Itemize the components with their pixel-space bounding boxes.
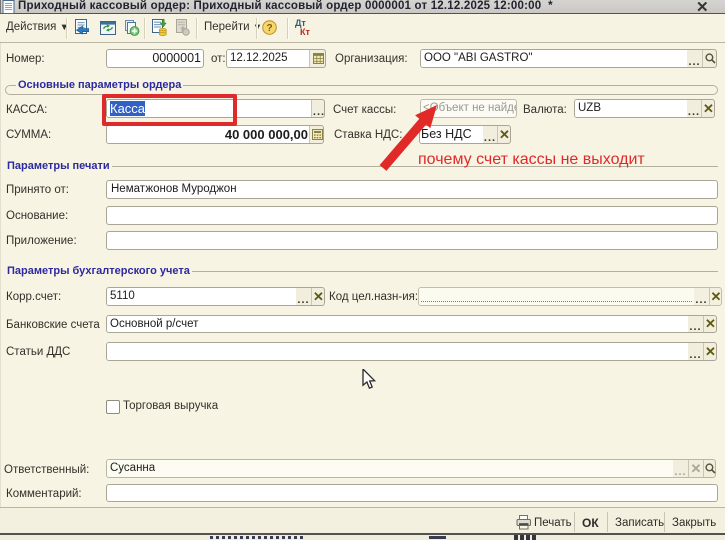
svg-text:?: ? [266, 23, 272, 34]
